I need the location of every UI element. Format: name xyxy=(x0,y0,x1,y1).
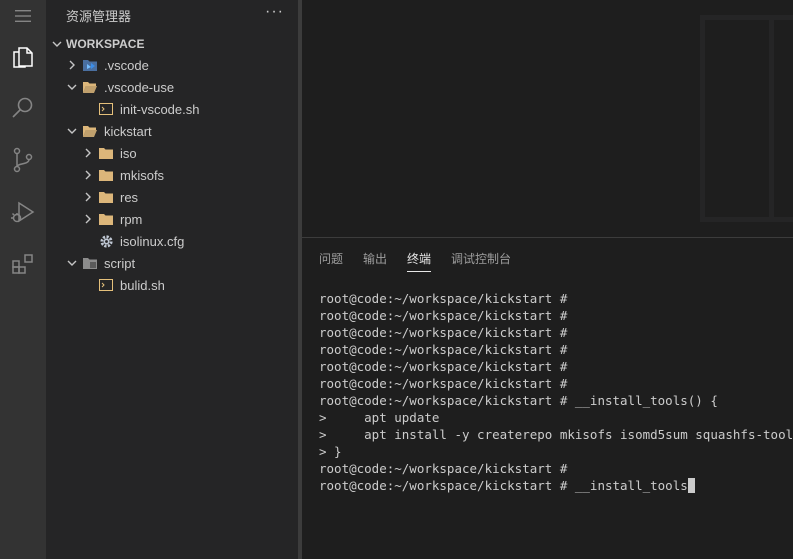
tree-item-label: isolinux.cfg xyxy=(120,233,185,249)
chevron-right-icon xyxy=(80,145,96,161)
tree-item-label: mkisofs xyxy=(120,167,165,183)
bottom-panel: 问题 输出 终端 调试控制台 root@code:~/workspace/kickst… xyxy=(302,237,793,559)
source-control-icon[interactable] xyxy=(0,140,46,180)
terminal-cursor xyxy=(687,478,695,493)
chevron-right-icon xyxy=(64,57,80,73)
tree-item-label: script xyxy=(104,255,136,271)
chevron-right-icon xyxy=(80,167,96,183)
tree-item-label: .vscode xyxy=(104,57,149,73)
folder-open-icon xyxy=(82,123,98,139)
terminal-line-text: root@code:~/workspace/kickstart # xyxy=(319,342,568,357)
chevron-down-icon xyxy=(64,255,80,271)
folder-icon xyxy=(98,167,114,183)
gear-icon xyxy=(98,233,114,249)
chevron-down-icon xyxy=(49,36,65,52)
tree-item[interactable]: rpm xyxy=(46,208,298,230)
tree-item[interactable]: iso xyxy=(46,142,298,164)
shell-file-icon xyxy=(98,277,114,293)
terminal-line: root@code:~/workspace/kickstart # xyxy=(319,358,789,375)
tree-item-label: iso xyxy=(120,145,137,161)
folder-icon xyxy=(98,189,114,205)
terminal-line: > apt update xyxy=(319,409,789,426)
terminal-line: root@code:~/workspace/kickstart # xyxy=(319,375,789,392)
shell-file-icon xyxy=(98,101,114,117)
explorer-files-icon[interactable] xyxy=(0,36,46,76)
tree-item-label: bulid.sh xyxy=(120,277,165,293)
panel-tab[interactable]: 输出 xyxy=(363,250,387,272)
run-debug-icon[interactable] xyxy=(0,192,46,232)
terminal-line: root@code:~/workspace/kickstart # xyxy=(319,290,789,307)
tree-item[interactable]: res xyxy=(46,186,298,208)
explorer-sidebar: 资源管理器 ··· WORKSPACE .vscode .vscode-use in… xyxy=(46,0,298,559)
chevron-right-icon xyxy=(80,189,96,205)
tree-item[interactable]: .vscode xyxy=(46,54,298,76)
terminal-line: root@code:~/workspace/kickstart # xyxy=(319,324,789,341)
terminal-line-text: root@code:~/workspace/kickstart # xyxy=(319,461,568,476)
panel-tab[interactable]: 问题 xyxy=(319,250,343,272)
terminal-line: > } xyxy=(319,443,789,460)
terminal-line-text: > apt update xyxy=(319,410,440,425)
file-tree: .vscode .vscode-use init-vscode.sh kickstar… xyxy=(46,54,298,296)
terminal-line: root@code:~/workspace/kickstart # xyxy=(319,307,789,324)
chevron-down-icon xyxy=(64,123,80,139)
editor-area xyxy=(302,0,793,237)
sidebar-title: 资源管理器 xyxy=(66,8,132,24)
minimap[interactable] xyxy=(700,15,793,222)
panel-tab[interactable]: 终端 xyxy=(407,250,432,272)
search-icon[interactable] xyxy=(0,88,46,128)
minimap-scrollbar[interactable] xyxy=(774,20,793,217)
minimap-viewport xyxy=(705,20,769,217)
folder-icon xyxy=(98,211,114,227)
terminal-line: root@code:~/workspace/kickstart # __inst… xyxy=(319,392,789,409)
tree-item-label: .vscode-use xyxy=(104,79,175,95)
workspace-header[interactable]: WORKSPACE xyxy=(46,33,298,55)
tree-item-label: res xyxy=(120,189,139,205)
folder-open-icon xyxy=(82,79,98,95)
terminal-line-text: root@code:~/workspace/kickstart # __inst… xyxy=(319,478,688,493)
terminal-line-text: root@code:~/workspace/kickstart # __inst… xyxy=(319,393,718,408)
tree-item-label: kickstart xyxy=(104,123,152,139)
folder-icon xyxy=(98,145,114,161)
panel-tabs: 问题 输出 终端 调试控制台 xyxy=(319,250,531,274)
tree-item[interactable]: init-vscode.sh xyxy=(46,98,298,120)
tree-item[interactable]: script xyxy=(46,252,298,274)
panel-tab[interactable]: 调试控制台 xyxy=(451,250,511,272)
terminal-line-text: root@code:~/workspace/kickstart # xyxy=(319,291,568,306)
terminal-line-text: root@code:~/workspace/kickstart # xyxy=(319,359,568,374)
menu-icon[interactable] xyxy=(0,0,46,32)
terminal-line-text: > } xyxy=(319,444,342,459)
terminal-line-text: > apt install -y createrepo mkisofs isom… xyxy=(319,427,793,442)
tree-item[interactable]: bulid.sh xyxy=(46,274,298,296)
terminal-line: root@code:~/workspace/kickstart # xyxy=(319,341,789,358)
tree-item[interactable]: mkisofs xyxy=(46,164,298,186)
terminal-line-text: root@code:~/workspace/kickstart # xyxy=(319,325,568,340)
terminal-line: root@code:~/workspace/kickstart # __inst… xyxy=(319,477,789,494)
vscode-folder-icon xyxy=(82,57,98,73)
workspace-label: WORKSPACE xyxy=(66,37,145,51)
chevron-right-icon xyxy=(80,211,96,227)
tree-item[interactable]: .vscode-use xyxy=(46,76,298,98)
terminal-line: > apt install -y createrepo mkisofs isom… xyxy=(319,426,793,443)
chevron-down-icon xyxy=(64,79,80,95)
more-actions-button[interactable]: ··· xyxy=(265,4,284,20)
extensions-icon[interactable] xyxy=(0,244,46,284)
tree-item-label: init-vscode.sh xyxy=(120,101,200,117)
terminal-line-text: root@code:~/workspace/kickstart # xyxy=(319,308,568,323)
terminal-line-text: root@code:~/workspace/kickstart # xyxy=(319,376,568,391)
tree-item-label: rpm xyxy=(120,211,143,227)
tree-item[interactable]: kickstart xyxy=(46,120,298,142)
script-folder-icon xyxy=(82,255,98,271)
terminal-line: root@code:~/workspace/kickstart # xyxy=(319,460,789,477)
sidebar-header: 资源管理器 ··· xyxy=(46,0,298,30)
activity-bar xyxy=(0,0,46,559)
tree-item[interactable]: isolinux.cfg xyxy=(46,230,298,252)
terminal[interactable]: root@code:~/workspace/kickstart # root@co… xyxy=(319,290,793,494)
